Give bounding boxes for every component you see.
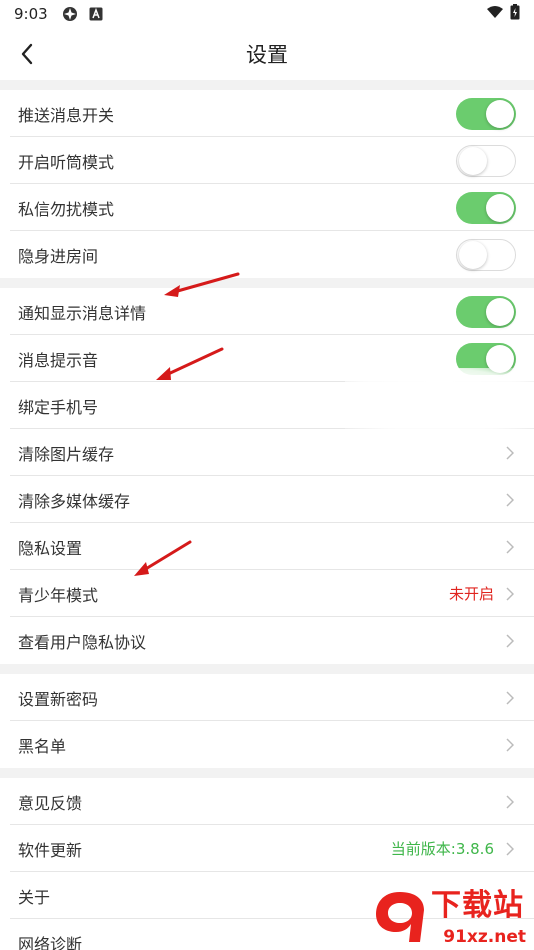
battery-icon (510, 4, 520, 24)
chevron-right-icon (504, 841, 516, 857)
row-network-diagnosis[interactable]: 网络诊断 (0, 919, 534, 950)
row-label: 开启听筒模式 (18, 152, 115, 172)
row-clear-image-cache[interactable]: 清除图片缓存 (0, 429, 534, 476)
row-notification-details: 通知显示消息详情 (0, 288, 534, 335)
row-label: 隐私设置 (18, 538, 83, 558)
page-title: 设置 (246, 43, 288, 67)
chevron-right-icon (504, 794, 516, 810)
teen-mode-status: 未开启 (448, 585, 494, 603)
row-label: 网络诊断 (18, 934, 83, 950)
app-notification-icon (62, 6, 78, 22)
a-notification-icon (88, 6, 104, 22)
notification-details-toggle[interactable] (456, 295, 516, 328)
row-label: 私信勿扰模式 (18, 199, 115, 219)
row-label: 青少年模式 (18, 585, 99, 605)
status-time: 9:03 (14, 5, 48, 23)
row-clear-media-cache[interactable]: 清除多媒体缓存 (0, 476, 534, 523)
invisible-entry-toggle[interactable] (456, 238, 516, 271)
row-label: 设置新密码 (18, 689, 99, 709)
status-bar: 9:03 (0, 0, 534, 28)
back-button[interactable] (14, 41, 40, 67)
chevron-right-icon (504, 633, 516, 649)
settings-group-4: 意见反馈 软件更新 当前版本:3.8.6 关于 网络诊断 (0, 778, 534, 950)
row-message-sound: 消息提示音 (0, 335, 534, 382)
settings-group-3: 设置新密码 黑名单 (0, 674, 534, 768)
chevron-right-icon (504, 586, 516, 602)
row-label: 通知显示消息详情 (18, 303, 147, 323)
row-push-messages: 推送消息开关 (0, 90, 534, 137)
chevron-right-icon (504, 737, 516, 753)
settings-group-1: 推送消息开关 开启听筒模式 私信勿扰模式 隐身进房间 (0, 90, 534, 278)
earpiece-mode-toggle[interactable] (456, 144, 516, 177)
row-label: 清除图片缓存 (18, 444, 115, 464)
row-software-update[interactable]: 软件更新 当前版本:3.8.6 (0, 825, 534, 872)
row-label: 黑名单 (18, 736, 67, 756)
row-feedback[interactable]: 意见反馈 (0, 778, 534, 825)
chevron-right-icon (504, 690, 516, 706)
wifi-icon (486, 5, 504, 23)
row-label: 意见反馈 (18, 793, 83, 813)
row-label: 关于 (18, 887, 51, 907)
chevron-right-icon (504, 445, 516, 461)
row-label: 查看用户隐私协议 (18, 632, 147, 652)
dm-dnd-toggle[interactable] (456, 191, 516, 224)
row-label: 绑定手机号 (18, 397, 99, 417)
settings-group-2: 通知显示消息详情 消息提示音 绑定手机号 清除图片缓存 清除多媒体缓存 隐私设置… (0, 288, 534, 664)
push-messages-toggle[interactable] (456, 97, 516, 130)
row-label: 消息提示音 (18, 350, 99, 370)
status-right-icons (486, 4, 520, 24)
row-privacy-agreement[interactable]: 查看用户隐私协议 (0, 617, 534, 664)
row-earpiece-mode: 开启听筒模式 (0, 137, 534, 184)
chevron-left-icon (21, 43, 33, 65)
top-app-bar: 设置 (0, 28, 534, 80)
settings-page: 9:03 设置 推送消息开关 开启听筒模式 私信勿扰模式 隐身进房间 通知显示消… (0, 0, 534, 950)
row-privacy-settings[interactable]: 隐私设置 (0, 523, 534, 570)
row-label: 推送消息开关 (18, 105, 115, 125)
message-sound-toggle[interactable] (456, 342, 516, 375)
row-invisible-entry: 隐身进房间 (0, 231, 534, 278)
row-bind-phone[interactable]: 绑定手机号 (0, 382, 534, 429)
row-label: 清除多媒体缓存 (18, 491, 131, 511)
row-dm-do-not-disturb: 私信勿扰模式 (0, 184, 534, 231)
chevron-right-icon (504, 539, 516, 555)
row-set-new-password[interactable]: 设置新密码 (0, 674, 534, 721)
chevron-right-icon (504, 492, 516, 508)
row-label: 软件更新 (18, 840, 83, 860)
current-version: 当前版本:3.8.6 (390, 840, 494, 858)
row-about[interactable]: 关于 (0, 872, 534, 919)
row-teen-mode[interactable]: 青少年模式 未开启 (0, 570, 534, 617)
row-label: 隐身进房间 (18, 246, 99, 266)
row-blacklist[interactable]: 黑名单 (0, 721, 534, 768)
